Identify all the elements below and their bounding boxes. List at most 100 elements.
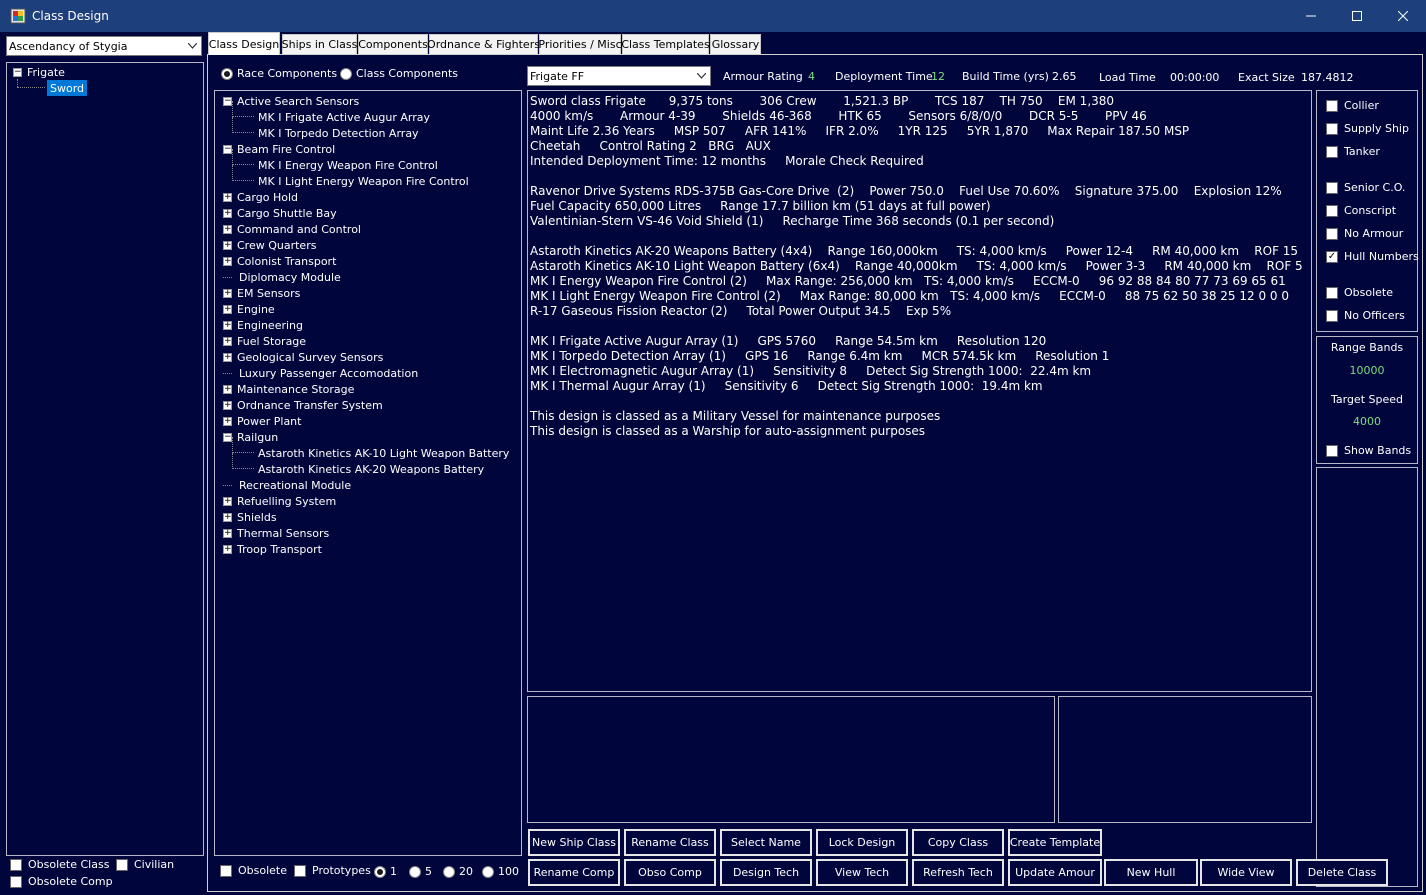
step-radio-100[interactable]: 100 bbox=[482, 865, 519, 878]
expand-icon[interactable]: + bbox=[223, 512, 232, 522]
option-obsolete-checkbox[interactable]: Obsolete bbox=[1326, 286, 1393, 299]
tab-ordnance-fighters[interactable]: Ordnance & Fighters bbox=[427, 34, 540, 54]
view-tech-button[interactable]: View Tech bbox=[816, 859, 908, 886]
radio-icon[interactable] bbox=[482, 865, 494, 878]
target-speed-value[interactable]: 4000 bbox=[1317, 415, 1417, 428]
component-category[interactable]: + Fuel Storage bbox=[223, 333, 306, 349]
radio-icon[interactable] bbox=[374, 865, 386, 878]
option-hull-numbers-checkbox[interactable]: ✓ Hull Numbers bbox=[1326, 250, 1419, 263]
checkbox-icon[interactable] bbox=[220, 864, 232, 877]
component-category[interactable]: + Maintenance Storage bbox=[223, 381, 354, 397]
show-bands-checkbox[interactable]: Show Bands bbox=[1326, 444, 1411, 457]
checkbox-icon[interactable] bbox=[1326, 145, 1338, 158]
obso-comp-button[interactable]: Obso Comp bbox=[624, 859, 716, 886]
component-category[interactable]: + Engine bbox=[223, 301, 275, 317]
expand-icon[interactable]: + bbox=[223, 528, 232, 538]
component-item[interactable]: MK I Frigate Active Augur Array bbox=[258, 109, 430, 125]
step-radio-5[interactable]: 5 bbox=[409, 865, 432, 878]
tab-priorities-misc[interactable]: Priorities / Misc bbox=[538, 34, 622, 54]
tab-components[interactable]: Components bbox=[358, 34, 428, 54]
expand-icon[interactable]: + bbox=[223, 288, 232, 298]
option-conscript-checkbox[interactable]: Conscript bbox=[1326, 204, 1396, 217]
component-category[interactable]: Recreational Module bbox=[223, 477, 351, 493]
component-category[interactable]: + Shields bbox=[223, 509, 277, 525]
tree-node-sword[interactable]: Sword bbox=[47, 80, 88, 96]
expand-icon[interactable]: + bbox=[223, 496, 232, 506]
checkbox-icon[interactable] bbox=[1326, 99, 1338, 112]
component-category[interactable]: + Troop Transport bbox=[223, 541, 322, 557]
expand-icon[interactable]: + bbox=[223, 400, 232, 410]
checkbox-icon[interactable] bbox=[1326, 444, 1338, 457]
step-radio-1[interactable]: 1 bbox=[374, 865, 397, 878]
lock-design-button[interactable]: Lock Design bbox=[816, 829, 908, 856]
checkbox-icon[interactable] bbox=[10, 875, 22, 888]
option-no-officers-checkbox[interactable]: No Officers bbox=[1326, 309, 1405, 322]
obsolete-comp-checkbox[interactable]: Obsolete Comp bbox=[10, 875, 113, 888]
option-supply-ship-checkbox[interactable]: Supply Ship bbox=[1326, 122, 1409, 135]
component-item[interactable]: MK I Light Energy Weapon Fire Control bbox=[258, 173, 469, 189]
tab-class-design[interactable]: Class Design bbox=[208, 32, 280, 55]
prototypes-checkbox[interactable]: Prototypes bbox=[294, 864, 371, 877]
rename-class-button[interactable]: Rename Class bbox=[624, 829, 716, 856]
copy-class-button[interactable]: Copy Class bbox=[912, 829, 1004, 856]
component-category[interactable]: + Power Plant bbox=[223, 413, 301, 429]
collapse-icon[interactable]: − bbox=[223, 96, 232, 106]
civilian-checkbox[interactable]: Civilian bbox=[116, 858, 174, 871]
expand-icon[interactable]: + bbox=[223, 192, 232, 202]
option-senior-c-o-checkbox[interactable]: Senior C.O. bbox=[1326, 181, 1405, 194]
component-item[interactable]: MK I Energy Weapon Fire Control bbox=[258, 157, 438, 173]
collapse-icon[interactable]: − bbox=[223, 432, 232, 442]
component-category[interactable]: + Crew Quarters bbox=[223, 237, 316, 253]
component-category[interactable]: + Ordnance Transfer System bbox=[223, 397, 383, 413]
race-components-radio[interactable]: Race Components bbox=[221, 67, 337, 80]
expand-icon[interactable]: + bbox=[223, 256, 232, 266]
checkbox-icon[interactable] bbox=[294, 864, 306, 877]
option-tanker-checkbox[interactable]: Tanker bbox=[1326, 145, 1380, 158]
tab-ships-in-class[interactable]: Ships in Class bbox=[282, 34, 357, 54]
minimize-button[interactable] bbox=[1288, 0, 1334, 32]
option-collier-checkbox[interactable]: Collier bbox=[1326, 99, 1379, 112]
component-category[interactable]: + Refuelling System bbox=[223, 493, 336, 509]
new-hull-button[interactable]: New Hull bbox=[1104, 859, 1198, 886]
checkbox-icon[interactable] bbox=[1326, 122, 1338, 135]
expand-icon[interactable]: + bbox=[223, 544, 232, 554]
tab-class-templates[interactable]: Class Templates bbox=[621, 34, 710, 54]
component-item[interactable]: Astaroth Kinetics AK-10 Light Weapon Bat… bbox=[258, 445, 509, 461]
class-components-radio[interactable]: Class Components bbox=[340, 67, 458, 80]
tree-node-frigate[interactable]: − Frigate bbox=[13, 64, 65, 80]
radio-icon[interactable] bbox=[443, 865, 455, 878]
expand-icon[interactable]: + bbox=[223, 416, 232, 426]
expand-icon[interactable]: + bbox=[223, 320, 232, 330]
component-category[interactable]: + EM Sensors bbox=[223, 285, 300, 301]
hull-type-select[interactable]: Frigate FF bbox=[527, 66, 711, 86]
wide-view-button[interactable]: Wide View bbox=[1200, 859, 1292, 886]
chevron-down-icon[interactable] bbox=[693, 67, 710, 85]
component-category[interactable]: + Engineering bbox=[223, 317, 303, 333]
expand-icon[interactable]: + bbox=[223, 304, 232, 314]
component-item[interactable]: Astaroth Kinetics AK-20 Weapons Battery bbox=[258, 461, 484, 477]
range-bands-value[interactable]: 10000 bbox=[1317, 364, 1417, 377]
create-template-button[interactable]: Create Template bbox=[1008, 829, 1102, 856]
collapse-icon[interactable]: − bbox=[223, 144, 232, 154]
component-category[interactable]: + Cargo Shuttle Bay bbox=[223, 205, 337, 221]
checkbox-icon[interactable] bbox=[1326, 286, 1338, 299]
checkbox-icon[interactable] bbox=[1326, 309, 1338, 322]
checkbox-icon[interactable] bbox=[116, 858, 128, 871]
expand-icon[interactable]: + bbox=[223, 384, 232, 394]
collapse-icon[interactable]: − bbox=[13, 67, 22, 77]
expand-icon[interactable]: + bbox=[223, 224, 232, 234]
race-select[interactable]: Ascendancy of Stygia bbox=[6, 36, 202, 56]
checkbox-icon[interactable] bbox=[10, 858, 22, 871]
obsolete-components-checkbox[interactable]: Obsolete bbox=[220, 864, 287, 877]
select-name-button[interactable]: Select Name bbox=[720, 829, 812, 856]
tab-glossary[interactable]: Glossary bbox=[710, 34, 761, 54]
component-category[interactable]: Diplomacy Module bbox=[223, 269, 341, 285]
refresh-tech-button[interactable]: Refresh Tech bbox=[912, 859, 1004, 886]
checkbox-icon[interactable] bbox=[1326, 181, 1338, 194]
component-category[interactable]: + Geological Survey Sensors bbox=[223, 349, 383, 365]
chevron-down-icon[interactable] bbox=[184, 37, 201, 55]
component-item[interactable]: MK I Torpedo Detection Array bbox=[258, 125, 419, 141]
expand-icon[interactable]: + bbox=[223, 336, 232, 346]
option-no-armour-checkbox[interactable]: No Armour bbox=[1326, 227, 1403, 240]
component-category[interactable]: + Cargo Hold bbox=[223, 189, 298, 205]
